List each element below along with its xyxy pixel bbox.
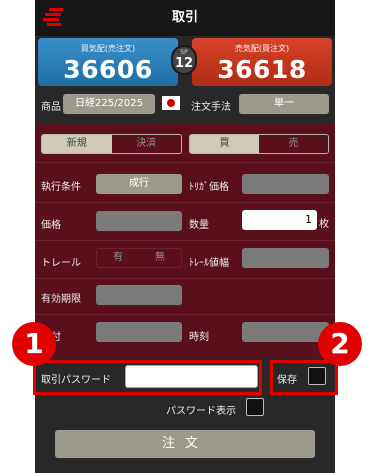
quantity-label: 数量 [189,220,209,231]
product-select[interactable]: 日経225/2025 [63,94,155,114]
callout-badge-two: 2 [318,322,362,366]
price-input[interactable] [96,211,182,231]
bid-quote-button[interactable]: 買気配(売注文) 36606 [38,38,178,86]
header-bar: 取引 [35,0,335,36]
date-input[interactable] [96,322,182,342]
trail-width-input[interactable] [242,248,329,268]
side-sell-button[interactable]: 売 [259,135,328,153]
trail-yes-button[interactable]: 有 [97,249,139,267]
japan-flag-icon [162,96,180,110]
order-form-panel: 新規 決済 買 売 執行条件 成行 ﾄﾘｶﾞ価格 価格 数量 1 枚 トレール … [35,124,335,358]
spread-badge: SP 12 [171,45,197,75]
trail-width-label: ﾄﾚｰﾙ値幅 [189,258,229,269]
password-highlight-frame [33,360,262,395]
side-buy-button[interactable]: 買 [190,135,259,153]
divider [35,202,335,203]
order-button[interactable]: 注文 [55,430,315,458]
exec-condition-select[interactable]: 成行 [96,174,182,194]
ask-quote-label: 売気配(買注文) [234,44,290,53]
trail-no-button[interactable]: 無 [139,249,181,267]
divider [35,162,335,163]
bid-quote-label: 買気配(売注文) [80,44,136,53]
show-password-checkbox[interactable] [246,398,264,416]
trail-toggle: 有 無 [96,248,182,268]
exec-condition-label: 執行条件 [41,182,81,193]
quantity-unit: 枚 [319,219,329,230]
product-row: 商品 日経225/2025 注文手法 単一 [35,92,335,118]
order-method-select[interactable]: 単一 [239,94,329,114]
expiry-select[interactable] [96,285,182,305]
quantity-input[interactable]: 1 [242,210,317,230]
order-method-label: 注文手法 [191,102,231,113]
show-password-label: パスワード表示 [166,406,236,417]
divider [35,278,335,279]
trigger-price-input[interactable] [242,174,329,194]
expiry-label: 有効期限 [41,294,81,305]
callout-badge-one: 1 [12,322,56,366]
page-title: 取引 [171,10,198,25]
side-toggle: 買 売 [189,134,329,154]
order-type-new-button[interactable]: 新規 [42,135,112,153]
ask-quote-button[interactable]: 売気配(買注文) 36618 [192,38,332,86]
trade-screen: 取引 買気配(売注文) 36606 売気配(買注文) 36618 SP 12 商… [35,0,335,473]
divider [35,240,335,241]
trigger-price-label: ﾄﾘｶﾞ価格 [189,182,229,193]
trail-label: トレール [41,258,81,269]
divider [35,314,335,315]
order-type-toggle: 新規 決済 [41,134,182,154]
spread-value: 12 [174,56,194,71]
time-input[interactable] [242,322,329,342]
product-label: 商品 [41,102,61,113]
ask-quote-value: 36618 [217,55,307,84]
order-type-settle-button[interactable]: 決済 [111,135,181,153]
time-label: 時刻 [189,332,209,343]
save-highlight-frame [270,360,338,395]
bid-quote-value: 36606 [63,55,153,84]
price-label: 価格 [41,220,61,231]
